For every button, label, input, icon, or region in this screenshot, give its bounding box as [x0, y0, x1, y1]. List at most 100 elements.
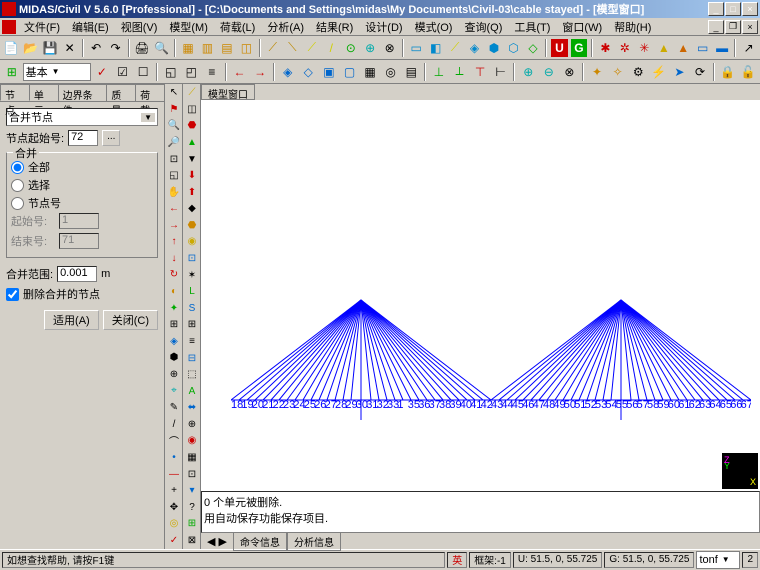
model-view-tab[interactable]: 模型窗口: [201, 84, 255, 100]
menu-design[interactable]: 设计(D): [359, 18, 408, 36]
opt2-icon[interactable]: ✧: [608, 62, 628, 82]
v2z-icon[interactable]: ?: [184, 499, 200, 515]
tab-boundary[interactable]: 边界条件: [58, 84, 108, 101]
monitor2-icon[interactable]: ▬: [713, 38, 731, 58]
bug2-icon[interactable]: ✲: [616, 38, 634, 58]
radio-all[interactable]: [11, 161, 24, 174]
view2-icon[interactable]: ◧: [426, 38, 444, 58]
vcursor-icon[interactable]: ↖: [166, 85, 182, 101]
grid2-icon[interactable]: ▥: [198, 38, 216, 58]
g-green-icon[interactable]: G: [570, 38, 588, 58]
tab-mass[interactable]: 质量: [106, 84, 136, 101]
opt3-icon[interactable]: ⚙: [628, 62, 648, 82]
v2n-icon[interactable]: S: [184, 301, 200, 317]
open-icon[interactable]: 📂: [21, 38, 39, 58]
pin3-icon[interactable]: ⊗: [560, 62, 580, 82]
monitor-icon[interactable]: ▭: [693, 38, 711, 58]
grid4-icon[interactable]: ◫: [237, 38, 255, 58]
snap1-icon[interactable]: ⟋: [264, 38, 282, 58]
vdown-icon[interactable]: ↓: [166, 251, 182, 267]
v2u-icon[interactable]: ⊕: [184, 417, 200, 433]
menu-view[interactable]: 视图(V): [115, 18, 164, 36]
child-minimize-button[interactable]: _: [708, 20, 724, 34]
close-button[interactable]: ×: [742, 2, 758, 16]
chk1-icon[interactable]: ✓: [92, 62, 112, 82]
tab-element[interactable]: 单元: [29, 84, 59, 101]
v2e-icon[interactable]: ▼: [184, 151, 200, 167]
new-icon[interactable]: 📄: [2, 38, 20, 58]
velem-icon[interactable]: —: [166, 466, 182, 482]
vzoom-fit-icon[interactable]: ⊡: [166, 151, 182, 167]
tab-node[interactable]: 节点: [0, 84, 30, 101]
vrotate-icon[interactable]: ↻: [166, 267, 182, 283]
menu-query[interactable]: 查询(Q): [458, 18, 508, 36]
layer1-icon[interactable]: ◈: [278, 62, 298, 82]
tolerance-input[interactable]: 0.001: [57, 266, 97, 282]
vline-icon[interactable]: /: [166, 416, 182, 432]
maximize-button[interactable]: □: [725, 2, 741, 16]
v2x-icon[interactable]: ⊡: [184, 466, 200, 482]
warn-icon[interactable]: ▲: [655, 38, 673, 58]
vtool2-icon[interactable]: ✦: [166, 300, 182, 316]
u-red-icon[interactable]: U: [550, 38, 568, 58]
vcheck-icon[interactable]: ✓: [166, 533, 182, 549]
sel1-icon[interactable]: ◱: [161, 62, 181, 82]
close-panel-button[interactable]: 关闭(C): [103, 310, 158, 330]
vleft-icon[interactable]: ←: [166, 201, 182, 217]
arrow-r-icon[interactable]: →: [250, 62, 270, 82]
layer2-icon[interactable]: ◇: [299, 62, 319, 82]
child-close-button[interactable]: ×: [742, 20, 758, 34]
layer6-icon[interactable]: ◎: [381, 62, 401, 82]
v2w-icon[interactable]: ▦: [184, 450, 200, 466]
pin-icon[interactable]: ⊕: [518, 62, 538, 82]
chk2-icon[interactable]: ☑: [113, 62, 133, 82]
warn2-icon[interactable]: ▲: [674, 38, 692, 58]
view6-icon[interactable]: ⬡: [504, 38, 522, 58]
menu-tools[interactable]: 工具(T): [508, 18, 556, 36]
v2b-icon[interactable]: ◫: [184, 102, 200, 118]
ime-indicator[interactable]: 英: [447, 552, 467, 568]
apply-button[interactable]: 适用(A): [44, 310, 99, 330]
snap2-icon[interactable]: ⟍: [283, 38, 301, 58]
snap6-icon[interactable]: ⊕: [361, 38, 379, 58]
vtool5-icon[interactable]: ⬢: [166, 350, 182, 366]
vpan-icon[interactable]: ✋: [166, 184, 182, 200]
v2f-icon[interactable]: ⬇: [184, 168, 200, 184]
vtarget-icon[interactable]: ◎: [166, 516, 182, 532]
varc-icon[interactable]: ⌒: [166, 433, 182, 449]
sup2-icon[interactable]: ⟂: [450, 62, 470, 82]
vmove-icon[interactable]: ✥: [166, 500, 182, 516]
menu-edit[interactable]: 编辑(E): [66, 18, 115, 36]
v2r-icon[interactable]: ⬚: [184, 367, 200, 383]
preview-icon[interactable]: 🔍: [152, 38, 170, 58]
vflag-icon[interactable]: ⚑: [166, 102, 182, 118]
v2q-icon[interactable]: ⊟: [184, 350, 200, 366]
vzoom-win-icon[interactable]: ◱: [166, 168, 182, 184]
snap5-icon[interactable]: ⊙: [342, 38, 360, 58]
v2p-icon[interactable]: ≡: [184, 334, 200, 350]
start-browse-button[interactable]: ...: [102, 130, 120, 146]
view4-icon[interactable]: ◈: [465, 38, 483, 58]
mode-combo[interactable]: 基本▼: [23, 63, 92, 81]
vplus-icon[interactable]: +: [166, 483, 182, 499]
bug3-icon[interactable]: ✳: [635, 38, 653, 58]
v2d-icon[interactable]: ▲: [184, 135, 200, 151]
v2h-icon[interactable]: ◆: [184, 201, 200, 217]
tab-load[interactable]: 荷载: [135, 84, 165, 101]
view7-icon[interactable]: ◇: [524, 38, 542, 58]
bug1-icon[interactable]: ✱: [596, 38, 614, 58]
v2t-icon[interactable]: ⬌: [184, 400, 200, 416]
menu-load[interactable]: 荷载(L): [214, 18, 261, 36]
vtool6-icon[interactable]: ⊕: [166, 367, 182, 383]
layer7-icon[interactable]: ▤: [401, 62, 421, 82]
opt6-icon[interactable]: ⟳: [690, 62, 710, 82]
menu-analysis[interactable]: 分析(A): [261, 18, 310, 36]
snap3-icon[interactable]: ⟋: [303, 38, 321, 58]
lock-icon[interactable]: 🔒: [718, 62, 738, 82]
save-icon[interactable]: 💾: [41, 38, 59, 58]
vzoom-out-icon[interactable]: 🔎: [166, 135, 182, 151]
vtool1-icon[interactable]: ◐: [166, 284, 182, 300]
pin2-icon[interactable]: ⊖: [539, 62, 559, 82]
arrow-l-icon[interactable]: ←: [230, 62, 250, 82]
v2j-icon[interactable]: ◉: [184, 234, 200, 250]
